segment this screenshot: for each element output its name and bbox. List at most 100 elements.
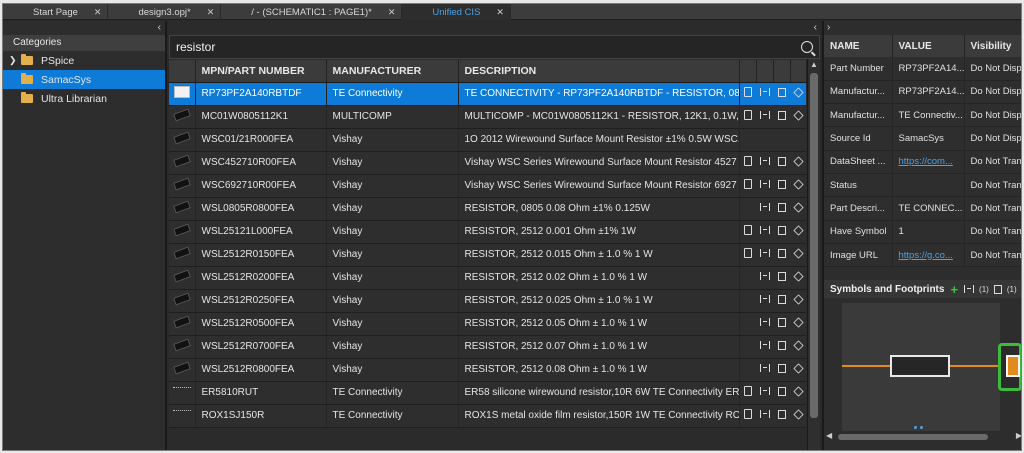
datasheet-icon[interactable]: [743, 179, 752, 189]
scroll-right-icon[interactable]: ▶: [1016, 431, 1021, 440]
model-3d-icon[interactable]: [792, 339, 804, 351]
property-visibility[interactable]: Do Not Disp: [964, 103, 1021, 128]
column-header-name[interactable]: NAME: [824, 35, 893, 57]
collapse-center-icon[interactable]: ‹: [169, 21, 820, 35]
table-row[interactable]: WSL25121L000FEA Vishay RESISTOR, 2512 0.00…: [169, 220, 806, 244]
model-3d-icon[interactable]: [792, 247, 804, 259]
table-row[interactable]: RP73PF2A140RBTDF TE Connectivity TE CONNEC…: [169, 82, 806, 106]
add-icon[interactable]: +: [950, 282, 958, 297]
scroll-thumb[interactable]: [810, 73, 818, 418]
symbol-icon[interactable]: [759, 341, 770, 349]
property-visibility[interactable]: Do Not Disp: [964, 126, 1021, 151]
property-row[interactable]: Status Do Not Tran: [824, 173, 1021, 198]
table-row[interactable]: ROX1SJ150R TE Connectivity ROX1S metal oxi…: [169, 404, 806, 428]
symbol-icon[interactable]: [759, 203, 770, 211]
scroll-left-icon[interactable]: ◀: [826, 431, 832, 440]
footprint-icon[interactable]: [777, 386, 786, 396]
property-visibility[interactable]: Do Not Disp: [964, 80, 1021, 105]
category-item[interactable]: ❯ PSpice: [3, 51, 165, 70]
property-visibility[interactable]: Do Not Tran: [964, 220, 1021, 244]
table-row[interactable]: WSL2512R0250FEA Vishay RESISTOR, 2512 0.02…: [169, 289, 806, 313]
property-visibility[interactable]: Do Not Tran: [964, 150, 1021, 174]
property-value[interactable]: https://g.co...: [892, 243, 965, 268]
model-3d-icon[interactable]: [792, 316, 804, 328]
datasheet-icon[interactable]: [743, 225, 752, 235]
model-3d-icon[interactable]: [792, 178, 804, 190]
model-3d-icon[interactable]: [792, 86, 804, 98]
model-3d-icon[interactable]: [792, 270, 804, 282]
footprint-icon[interactable]: [777, 271, 786, 281]
column-header-mpn[interactable]: MPN/PART NUMBER: [195, 60, 327, 83]
footprint-icon[interactable]: [777, 248, 786, 258]
datasheet-icon[interactable]: [743, 248, 752, 258]
table-row[interactable]: WSL0805R0800FEA Vishay RESISTOR, 0805 0.08…: [169, 197, 806, 221]
table-row[interactable]: WSL2512R0200FEA Vishay RESISTOR, 2512 0.02…: [169, 266, 806, 290]
footprint-icon[interactable]: [777, 340, 786, 350]
symbol-icon[interactable]: [759, 111, 770, 119]
column-header-footprint[interactable]: [773, 60, 791, 83]
property-row[interactable]: Manufactur... RP73PF2A14... Do Not Disp: [824, 80, 1021, 105]
property-row[interactable]: Manufactur... TE Connectiv... Do Not Disp: [824, 103, 1021, 128]
table-row[interactable]: ER5810RUT TE Connectivity ER58 silicone wi…: [169, 381, 806, 405]
symbol-icon[interactable]: [759, 295, 770, 303]
column-header-description[interactable]: DESCRIPTION: [458, 60, 740, 83]
symbol-icon[interactable]: [759, 157, 770, 165]
table-row[interactable]: WSC452710R00FEA Vishay Vishay WSC Series W…: [169, 151, 806, 175]
footprint-icon[interactable]: [777, 179, 786, 189]
property-row[interactable]: Part Number RP73PF2A14... Do Not Disp: [824, 57, 1021, 81]
table-row[interactable]: WSC692710R00FEA Vishay Vishay WSC Series W…: [169, 174, 806, 198]
close-tab-icon[interactable]: ✕: [496, 7, 504, 18]
close-tab-icon[interactable]: ✕: [207, 7, 215, 18]
property-value[interactable]: https://com...: [892, 150, 965, 174]
datasheet-icon[interactable]: [743, 409, 752, 419]
symbol-icon[interactable]: [759, 387, 770, 395]
property-visibility[interactable]: Do Not Tran: [964, 173, 1021, 198]
table-row[interactable]: WSC01/21R000FEA Vishay 1O 2012 Wirewound S…: [169, 128, 806, 152]
column-header-thumbnail[interactable]: [169, 60, 196, 83]
footprint-icon[interactable]: [993, 284, 1002, 294]
model-3d-icon[interactable]: [792, 408, 804, 420]
property-row[interactable]: Source Id SamacSys Do Not Disp: [824, 126, 1021, 151]
footprint-icon[interactable]: [777, 202, 786, 212]
column-header-value[interactable]: VALUE: [892, 35, 965, 57]
symbol-icon[interactable]: [759, 180, 770, 188]
collapse-left-icon[interactable]: ‹: [3, 21, 165, 35]
tab-3[interactable]: Unified CIS ✕: [402, 4, 511, 20]
close-tab-icon[interactable]: ✕: [94, 7, 102, 18]
preview-page-dots[interactable]: [914, 426, 923, 429]
category-item[interactable]: SamacSys: [3, 70, 165, 89]
model-3d-icon[interactable]: [792, 293, 804, 305]
datasheet-icon[interactable]: [743, 386, 752, 396]
property-row[interactable]: DataSheet ... https://com... Do Not Tran: [824, 150, 1021, 174]
column-header-symbol[interactable]: [756, 60, 774, 83]
datasheet-icon[interactable]: [743, 156, 752, 166]
symbol-icon[interactable]: [964, 285, 975, 293]
collapse-right-icon[interactable]: ›: [824, 21, 1021, 35]
footprint-icon[interactable]: [777, 294, 786, 304]
property-visibility[interactable]: Do Not Disp: [964, 57, 1021, 81]
scroll-up-icon[interactable]: ▲: [808, 59, 820, 71]
category-item[interactable]: Ultra Librarian: [3, 89, 165, 108]
table-row[interactable]: WSL2512R0700FEA Vishay RESISTOR, 2512 0.07…: [169, 335, 806, 359]
symbol-icon[interactable]: [759, 318, 770, 326]
table-row[interactable]: WSL2512R0500FEA Vishay RESISTOR, 2512 0.05…: [169, 312, 806, 336]
symbol-icon[interactable]: [759, 249, 770, 257]
property-row[interactable]: Have Symbol 1 Do Not Tran: [824, 220, 1021, 244]
footprint-icon[interactable]: [777, 156, 786, 166]
symbol-icon[interactable]: [759, 226, 770, 234]
tab-0[interactable]: Start Page ✕: [3, 4, 109, 20]
preview-horizontal-scrollbar[interactable]: ◀ ▶: [824, 431, 1021, 441]
symbol-icon[interactable]: [759, 364, 770, 372]
preview-scroll-thumb[interactable]: [838, 434, 988, 440]
footprint-icon[interactable]: [777, 363, 786, 373]
search-icon[interactable]: [801, 41, 813, 53]
table-row[interactable]: WSL2512R0150FEA Vishay RESISTOR, 2512 0.01…: [169, 243, 806, 267]
symbol-icon[interactable]: [759, 88, 770, 96]
model-3d-icon[interactable]: [792, 201, 804, 213]
property-row[interactable]: Part Descri... TE CONNEC... Do Not Tran: [824, 196, 1021, 221]
model-3d-icon[interactable]: [792, 109, 804, 121]
column-header-manufacturer[interactable]: MANUFACTURER: [326, 60, 459, 83]
search-input[interactable]: resistor: [176, 40, 801, 54]
parts-vertical-scrollbar[interactable]: ▲: [807, 59, 820, 450]
expand-arrow-icon[interactable]: ❯: [9, 55, 21, 66]
